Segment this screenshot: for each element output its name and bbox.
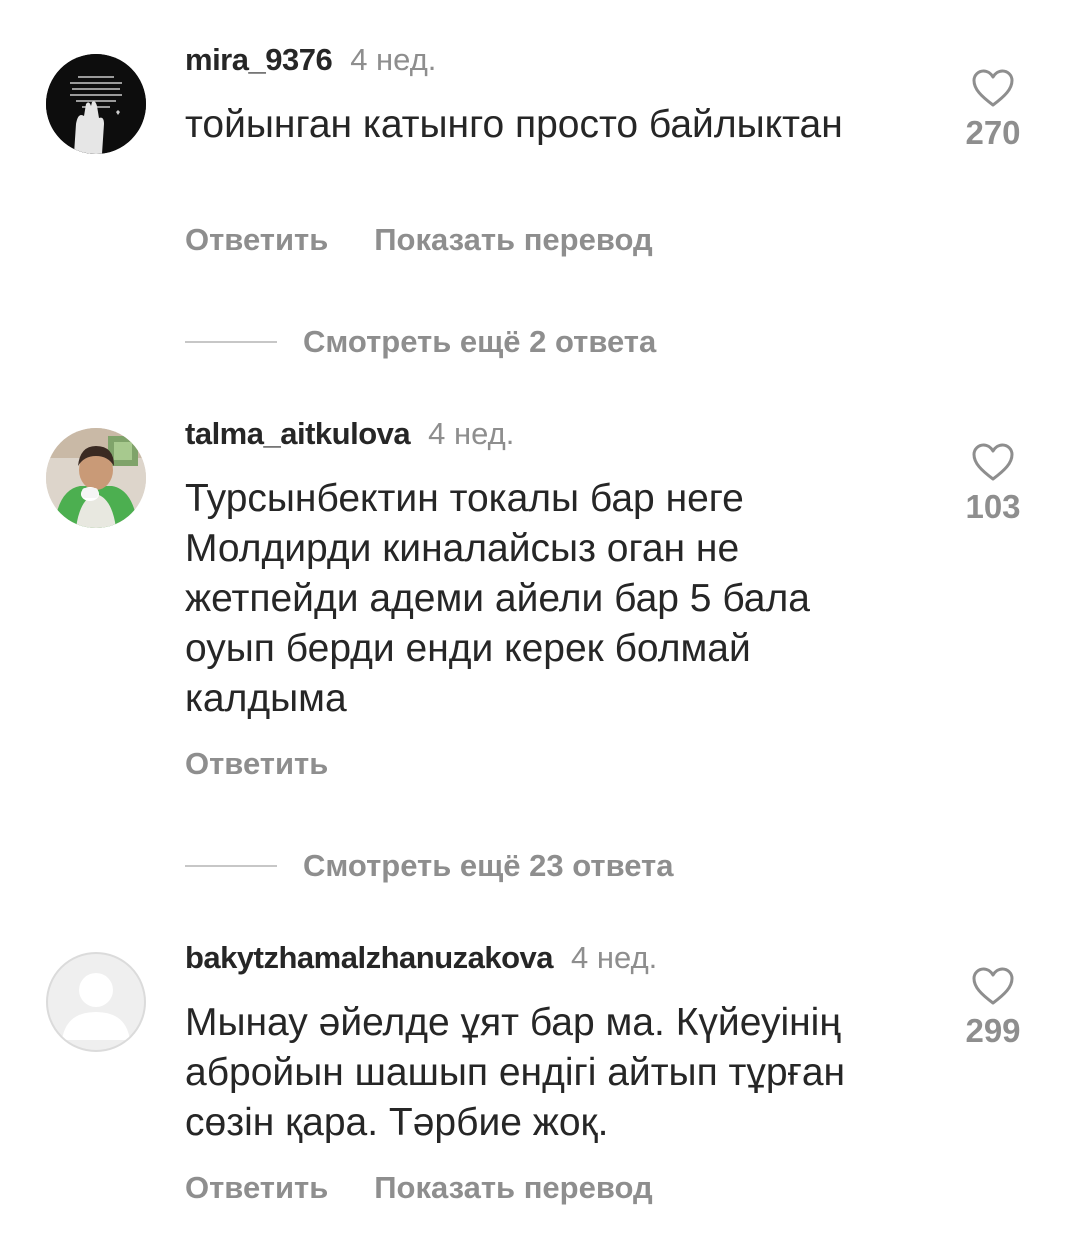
avatar[interactable] — [46, 428, 146, 528]
heart-outline-icon — [972, 443, 1014, 481]
view-replies-label[interactable]: Смотреть ещё 23 ответа — [303, 848, 673, 884]
view-more-replies[interactable]: Смотреть ещё 2 ответа — [185, 322, 656, 362]
avatar[interactable] — [46, 952, 146, 1052]
comment-text: Турсынбектин токалы бар неге Молдирди ки… — [185, 477, 810, 720]
reply-button[interactable]: Ответить — [185, 1170, 328, 1205]
reply-button[interactable]: Ответить — [185, 746, 328, 781]
comment-username[interactable]: mira_9376 — [185, 42, 333, 77]
heart-outline-icon — [972, 69, 1014, 107]
default-user-avatar-icon — [62, 973, 130, 1040]
avatar[interactable] — [46, 54, 146, 154]
show-translation-button[interactable]: Показать перевод — [374, 1170, 652, 1205]
comment-time: 4 нед. — [350, 42, 437, 77]
view-replies-label[interactable]: Смотреть ещё 2 ответа — [303, 324, 656, 360]
comment-time: 4 нед. — [428, 416, 515, 451]
comment-actions: Ответить Показать перевод — [185, 222, 653, 258]
avatar-image — [46, 54, 146, 154]
replies-divider — [185, 341, 277, 343]
show-translation-button[interactable]: Показать перевод — [374, 222, 652, 257]
comment-username[interactable]: talma_aitkulova — [185, 416, 411, 451]
like-count: 270 — [965, 114, 1021, 151]
comment-header: bakytzhamalzhanuzakova 4 нед. — [185, 940, 657, 976]
like-count: 103 — [965, 488, 1021, 525]
heart-outline-icon — [972, 967, 1014, 1005]
view-more-replies[interactable]: Смотреть ещё 23 ответа — [185, 846, 673, 886]
like-button[interactable]: 103 — [950, 442, 1036, 526]
replies-divider — [185, 865, 277, 867]
comment-text: Мынау әйелде ұят бар ма. Күйеуінің аброй… — [185, 1001, 846, 1144]
comment-actions: Ответить Показать перевод — [185, 1170, 653, 1206]
like-count: 299 — [965, 1012, 1021, 1049]
comment-time: 4 нед. — [571, 940, 658, 975]
like-button[interactable]: 299 — [950, 966, 1036, 1050]
comment-username[interactable]: bakytzhamalzhanuzakova — [185, 940, 554, 975]
comment-header: mira_9376 4 нед. — [185, 42, 436, 78]
reply-button[interactable]: Ответить — [185, 222, 328, 257]
comment-header: talma_aitkulova 4 нед. — [185, 416, 514, 452]
avatar-image — [46, 428, 146, 528]
comment-actions: Ответить — [185, 746, 328, 782]
comment-text: тойынган катынго просто байлыктан — [185, 103, 843, 146]
like-button[interactable]: 270 — [950, 68, 1036, 152]
